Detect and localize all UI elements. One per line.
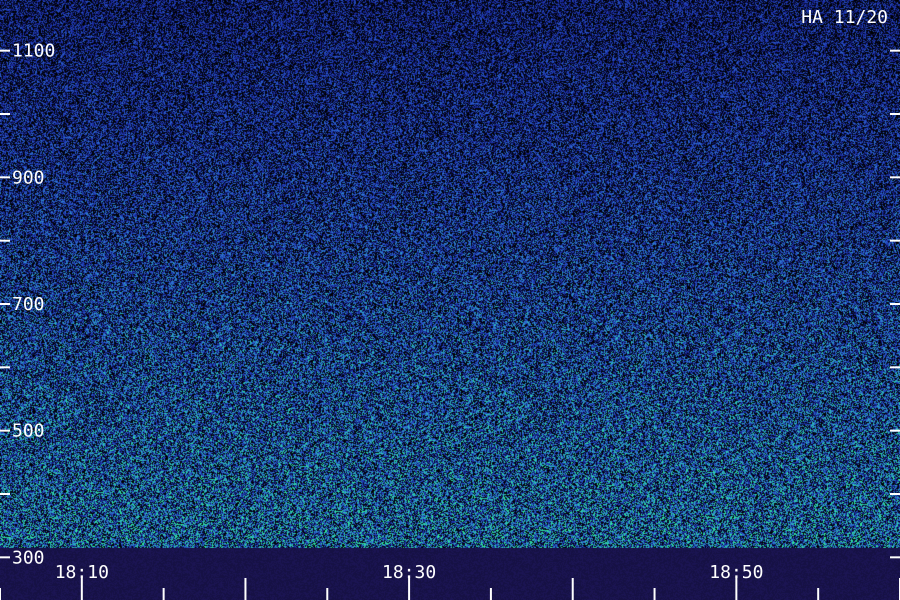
y-tick-label: 700 (12, 294, 45, 315)
time-axis-band (0, 548, 900, 600)
y-tick-label: 500 (12, 421, 45, 442)
x-tick-label: 18:10 (55, 562, 109, 583)
spectrogram-noise (0, 0, 900, 600)
chart-title: HA 11/20 (801, 7, 888, 28)
y-tick-label: 1100 (12, 41, 55, 62)
y-tick-label: 300 (12, 547, 45, 568)
x-tick-label: 18:50 (709, 562, 763, 583)
y-tick-label: 900 (12, 167, 45, 188)
spectrogram-chart: 300 500 700 900 1100 18:10 18:30 18:50 HA 11/2… (0, 0, 900, 600)
x-tick-label: 18:30 (382, 562, 436, 583)
